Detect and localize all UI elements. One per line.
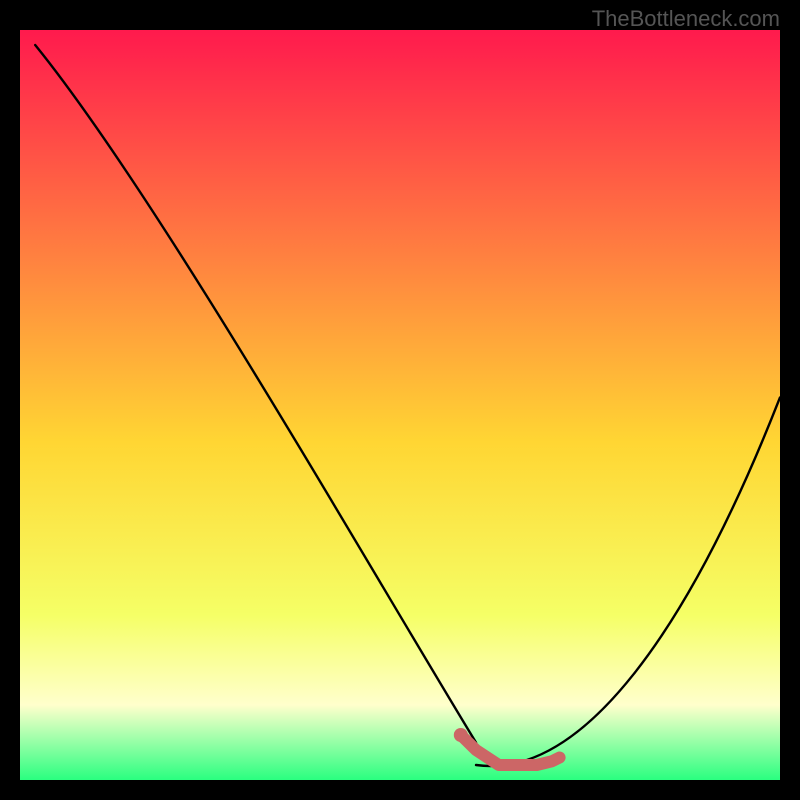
left-curve-path: [35, 45, 476, 743]
chart-curves: [20, 30, 780, 780]
chart-plot-area: [20, 30, 780, 780]
right-curve-path: [476, 398, 780, 767]
watermark-text: TheBottleneck.com: [592, 6, 780, 32]
optimal-highlight-start-dot: [454, 728, 468, 742]
app-root: TheBottleneck.com: [0, 0, 800, 800]
optimal-highlight-path: [461, 735, 560, 765]
